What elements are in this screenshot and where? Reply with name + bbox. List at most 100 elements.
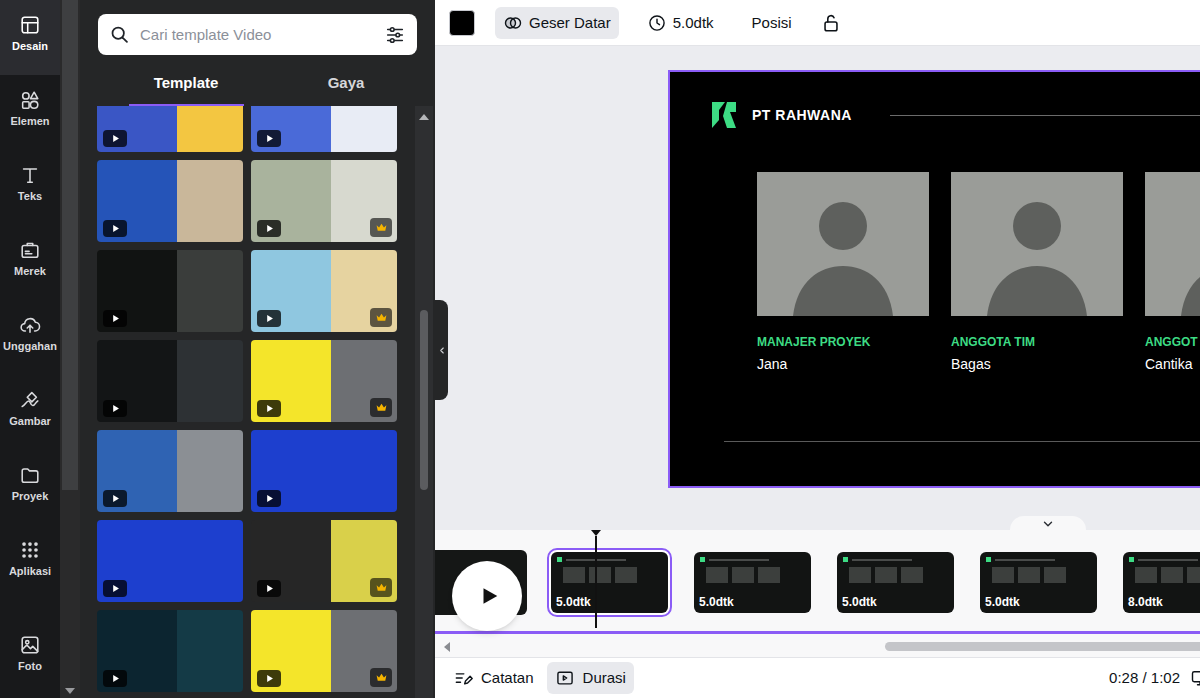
scrollbar-track	[60, 490, 80, 688]
template-card[interactable]	[97, 106, 243, 152]
crown-icon	[370, 398, 392, 417]
panel-tab[interactable]: Gaya	[266, 70, 426, 106]
crown-icon	[370, 668, 392, 687]
preview-block	[589, 567, 611, 583]
rail-item[interactable]: Teks	[0, 150, 60, 225]
template-card[interactable]	[251, 160, 397, 242]
team-card[interactable]: ANGGOTA TIM Bagas	[951, 172, 1123, 373]
template-card[interactable]	[97, 520, 243, 602]
bottom-bar-label: Durasi	[583, 669, 626, 687]
scroll-left-icon[interactable]	[444, 642, 450, 652]
search-input[interactable]	[140, 14, 373, 55]
rail-item[interactable]: Unggahan	[0, 300, 60, 375]
folder-icon	[19, 464, 41, 486]
member-name: Bagas	[951, 356, 1123, 373]
duration-icon	[555, 668, 575, 688]
bottom-bar-button[interactable]: Durasi	[547, 662, 634, 694]
scrollbar-thumb[interactable]	[420, 310, 428, 490]
scrollbar-thumb[interactable]	[885, 642, 1200, 651]
play-button[interactable]	[452, 561, 522, 631]
preview-block	[563, 567, 585, 583]
slide[interactable]: PT RAHWANAMANAJER PROYEKJanaANGGOTA TIMB…	[668, 70, 1200, 488]
preview-line	[709, 559, 769, 561]
toolbar-button[interactable]: Geser Datar	[495, 7, 619, 39]
preview-blocks	[700, 567, 805, 583]
page-thumbnail[interactable]: 5.0dtk	[833, 548, 958, 617]
template-card[interactable]	[97, 160, 243, 242]
template-card[interactable]	[97, 430, 243, 512]
unlocked-icon	[820, 12, 842, 34]
template-card[interactable]	[97, 250, 243, 332]
page-thumbnail[interactable]: 5.0dtk	[547, 548, 672, 617]
person-photo	[757, 172, 929, 316]
toolbar-label: Geser Datar	[529, 14, 611, 32]
preview-block	[758, 567, 780, 583]
template-card[interactable]	[251, 520, 397, 602]
preview-blocks	[557, 567, 662, 583]
template-card[interactable]	[97, 340, 243, 422]
toolbar-button[interactable]: Posisi	[744, 7, 800, 39]
rail-item[interactable]: Elemen	[0, 75, 60, 150]
preview-block	[992, 567, 1014, 583]
template-card[interactable]	[251, 106, 397, 152]
preview-block	[732, 567, 754, 583]
bottom-bar-button[interactable]: Catatan	[445, 662, 542, 694]
template-card[interactable]	[251, 610, 397, 692]
panel-tab[interactable]: Template	[106, 70, 266, 106]
rail-label: Teks	[18, 191, 42, 202]
footer-rule	[724, 441, 1200, 442]
preview-block	[875, 567, 897, 583]
scroll-down-icon[interactable]	[65, 688, 75, 694]
preview-block	[615, 567, 637, 583]
toolbar-button[interactable]: 5.0dtk	[639, 7, 722, 39]
audio-track[interactable]	[435, 631, 1200, 634]
team-cards: MANAJER PROYEKJanaANGGOTA TIMBagasANGGOT…	[670, 172, 1200, 373]
play-icon	[257, 580, 281, 597]
team-card[interactable]: ANGGOTCantika	[1145, 172, 1200, 373]
template-card[interactable]	[97, 610, 243, 692]
page-thumbnail[interactable]: 5.0dtk	[976, 548, 1101, 617]
canvas: PT RAHWANAMANAJER PROYEKJanaANGGOTA TIMB…	[435, 46, 1200, 530]
rail-item[interactable]: Proyek	[0, 450, 60, 525]
collapse-timeline-button[interactable]	[1010, 516, 1086, 532]
lock-button[interactable]	[818, 7, 844, 39]
scroll-up-icon[interactable]	[419, 114, 429, 120]
rail-item[interactable]: Desain	[0, 0, 60, 75]
rail-item[interactable]: Merek	[0, 225, 60, 300]
play-icon	[257, 400, 281, 417]
timeline-scrollbar[interactable]	[435, 638, 1200, 655]
side-scrollbar[interactable]	[60, 0, 80, 698]
animation-icon	[503, 13, 523, 33]
preview-logo	[843, 557, 848, 562]
member-role: ANGGOTA TIM	[951, 335, 1123, 349]
template-preview-accent	[331, 106, 397, 152]
template-card[interactable]	[251, 340, 397, 422]
present-button[interactable]	[1190, 668, 1200, 688]
scrollbar-thumb[interactable]	[62, 0, 78, 490]
collapse-panel-button[interactable]	[435, 300, 448, 400]
member-role: ANGGOT	[1145, 335, 1200, 349]
draw-icon	[19, 389, 41, 411]
rail-label: Aplikasi	[9, 566, 51, 577]
rail-item[interactable]: Gambar	[0, 375, 60, 450]
page-thumbnail[interactable]: 8.0dtk	[1119, 548, 1200, 617]
color-swatch[interactable]	[449, 10, 475, 36]
template-card[interactable]	[251, 250, 397, 332]
panel-tabs: TemplateGaya	[106, 70, 426, 106]
clock-icon	[647, 13, 667, 33]
crown-icon	[370, 578, 392, 597]
rail-item[interactable]: Foto	[0, 620, 60, 695]
panel-scrollbar[interactable]	[415, 106, 433, 698]
playhead[interactable]	[591, 530, 601, 628]
page-thumbnail[interactable]: 5.0dtk	[690, 548, 815, 617]
play-icon	[103, 310, 127, 327]
template-card[interactable]	[251, 430, 397, 512]
rail-item[interactable]: Aplikasi	[0, 525, 60, 600]
preview-line	[995, 559, 1055, 561]
template-panel: TemplateGaya	[80, 0, 435, 698]
page-duration: 5.0dtk	[556, 596, 591, 609]
play-icon	[103, 130, 127, 147]
team-card[interactable]: MANAJER PROYEKJana	[757, 172, 929, 373]
template-list	[97, 106, 397, 698]
preview-blocks	[843, 567, 948, 583]
